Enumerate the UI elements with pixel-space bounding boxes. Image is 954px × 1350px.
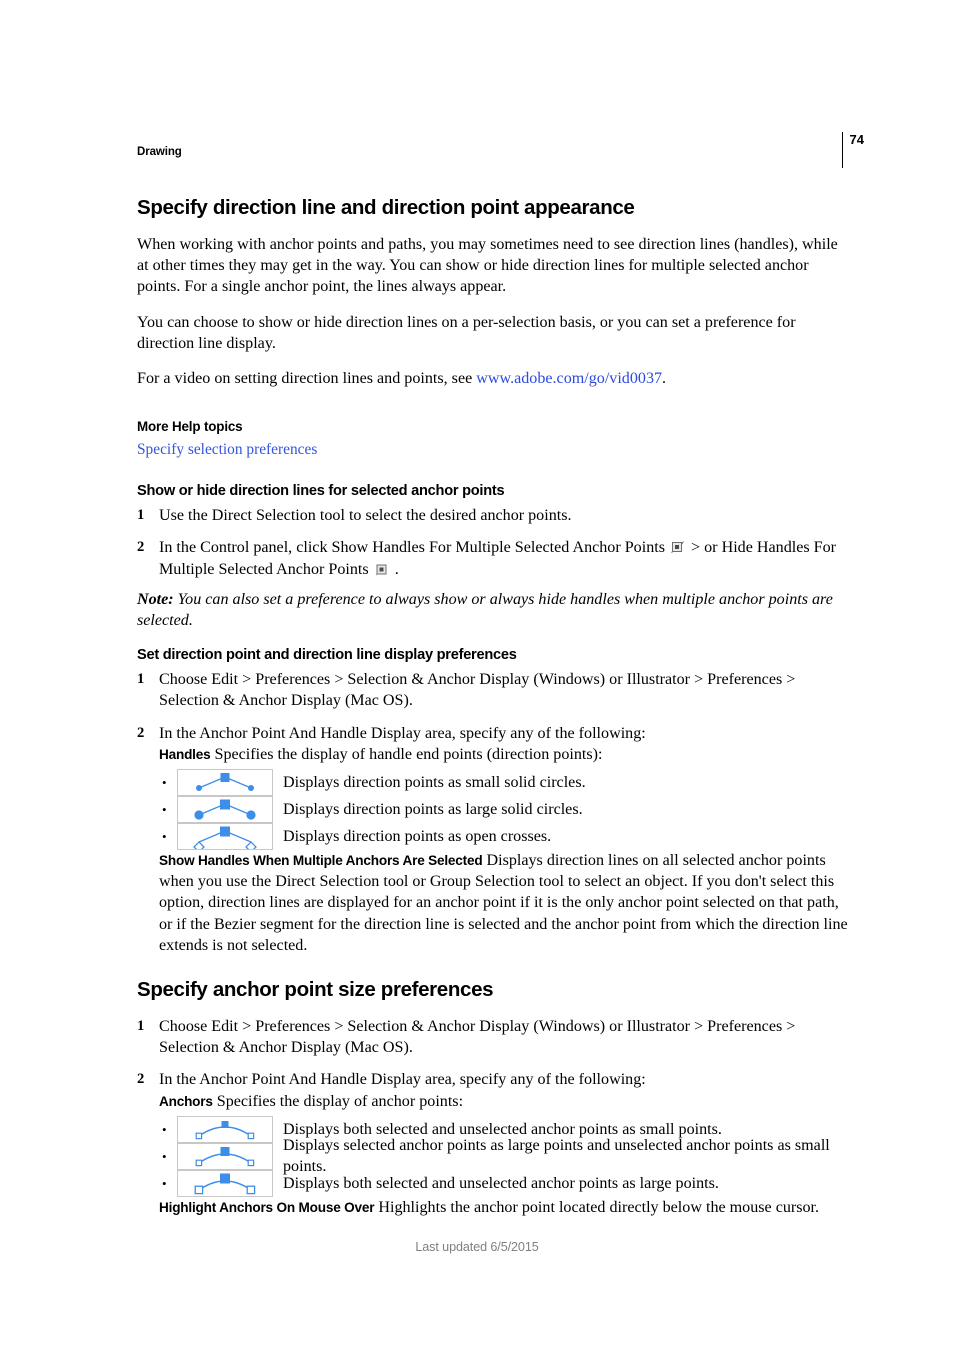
highlight-anchors-term: Highlight Anchors On Mouse Over [159, 1199, 375, 1215]
video-reference-paragraph: For a video on setting direction lines a… [137, 368, 849, 389]
step-text: Choose Edit > Preferences > Selection & … [159, 1018, 796, 1057]
heading-show-hide-direction-lines: Show or hide direction lines for selecte… [137, 483, 505, 500]
bullet-icon: • [162, 829, 167, 845]
page-footer: Last updated 6/5/2015 [415, 1240, 539, 1254]
bullet-icon: • [162, 1175, 167, 1191]
note-text: You can also set a preference to always … [137, 590, 833, 630]
show-handles-button-icon [671, 539, 685, 554]
hide-handles-button-icon [375, 561, 389, 576]
list-item: • Displays direction points as open cros… [159, 823, 849, 853]
step-item: 2 In the Anchor Point And Handle Display… [137, 1069, 849, 1090]
note-paragraph: Note: You can also set a preference to a… [137, 589, 849, 631]
list-item: • Displays direction points as large sol… [159, 796, 849, 824]
bullet-icon: • [162, 802, 167, 818]
page-number-group: 74 [841, 132, 864, 168]
show-handles-term: Show Handles When Multiple Anchors Are S… [159, 853, 483, 869]
handle-options-list: • Displays direction points as small sol… [159, 769, 849, 853]
list-item: • Displays selected anchor points as lar… [159, 1137, 849, 1175]
show-handles-definition: Show Handles When Multiple Anchors Are S… [159, 850, 849, 956]
page-title: Specify direction line and direction poi… [137, 196, 635, 219]
step-text: In the Anchor Point And Handle Display a… [159, 724, 646, 742]
video-line-prefix: For a video on setting direction lines a… [137, 370, 477, 388]
anchors-term: Anchors [159, 1093, 213, 1109]
bullet-icon: • [162, 1148, 167, 1164]
anchors-definition-lead: Anchors Specifies the display of anchor … [159, 1091, 849, 1112]
video-line-suffix: . [662, 370, 667, 388]
handles-small-solid-circles-icon [177, 769, 273, 797]
step-number: 1 [137, 1018, 145, 1035]
handles-term: Handles [159, 746, 211, 762]
anchor-option-caption: Displays selected anchor points as large… [283, 1137, 830, 1176]
document-page: Drawing 74 Specify direction line and di… [0, 0, 954, 1350]
step-number: 2 [137, 724, 145, 741]
intro-paragraph-1: When working with anchor points and path… [137, 236, 838, 296]
more-help-topics-heading: More Help topics [137, 419, 243, 435]
anchors-selected-large-icon [177, 1142, 273, 1170]
bullet-icon: • [162, 775, 167, 791]
step-item: 1 Choose Edit > Preferences > Selection … [137, 669, 849, 711]
step-number: 2 [137, 1071, 145, 1088]
anchor-options-list: • Displays both selected and unselected … [159, 1115, 849, 1197]
heading-anchor-point-size: Specify anchor point size preferences [137, 978, 494, 1002]
step-text: Choose Edit > Preferences > Selection & … [159, 671, 796, 710]
step-number: 2 [137, 539, 145, 556]
anchors-both-small-icon [177, 1115, 273, 1143]
step-item: 1 Choose Edit > Preferences > Selection … [137, 1016, 849, 1058]
more-help-topics-link[interactable]: Specify selection preferences [137, 440, 317, 460]
video-link[interactable]: www.adobe.com/go/vid0037 [476, 370, 662, 387]
step-text-part-1: In the Control panel, click Show Handles… [159, 539, 670, 557]
handles-description: Specifies the display of handle end poin… [210, 745, 603, 763]
page-content: Specify direction line and direction poi… [137, 196, 849, 1218]
bullet-icon: • [162, 1121, 167, 1137]
anchors-definition-block: Anchors Specifies the display of anchor … [159, 1091, 849, 1218]
step-text-part-3: . [390, 560, 399, 578]
list-item: • Displays direction points as small sol… [159, 769, 849, 797]
step-number: 1 [137, 671, 145, 688]
anchors-both-large-icon [177, 1169, 273, 1197]
step-item: 1 Use the Direct Selection tool to selec… [137, 505, 849, 526]
highlight-anchors-definition: Highlight Anchors On Mouse Over Highligh… [159, 1197, 849, 1218]
handles-open-crosses-icon [177, 823, 273, 853]
highlight-anchors-description: Highlights the anchor point located dire… [374, 1198, 820, 1216]
header-section-title: Drawing [137, 146, 182, 158]
intro-paragraph-2: You can choose to show or hide direction… [137, 313, 796, 352]
handle-option-caption: Displays direction points as large solid… [283, 801, 583, 819]
page-number-rule [841, 132, 843, 168]
handles-definition-block: Handles Specifies the display of handle … [159, 744, 849, 956]
note-label: Note: [137, 590, 174, 608]
steps-anchor-size: 1 Choose Edit > Preferences > Selection … [137, 1016, 849, 1091]
heading-set-direction-preferences: Set direction point and direction line d… [137, 647, 517, 664]
handle-option-caption: Displays direction points as open crosse… [283, 828, 552, 846]
step-text: In the Anchor Point And Handle Display a… [159, 1071, 646, 1089]
page-number: 74 [849, 132, 864, 147]
step-text: Use the Direct Selection tool to select … [159, 507, 572, 525]
step-number: 1 [137, 507, 145, 524]
step-item: 2 In the Anchor Point And Handle Display… [137, 723, 849, 744]
step-item: 2 In the Control panel, click Show Handl… [137, 537, 849, 579]
handles-large-solid-circles-icon [177, 796, 273, 824]
anchors-description: Specifies the display of anchor points: [212, 1092, 464, 1110]
handles-definition-lead: Handles Specifies the display of handle … [159, 744, 849, 765]
anchor-option-caption: Displays both selected and unselected an… [283, 1174, 719, 1192]
running-header: Drawing 74 [137, 132, 864, 168]
steps-show-hide: 1 Use the Direct Selection tool to selec… [137, 505, 849, 580]
steps-set-direction: 1 Choose Edit > Preferences > Selection … [137, 669, 849, 744]
handle-option-caption: Displays direction points as small solid… [283, 774, 586, 792]
